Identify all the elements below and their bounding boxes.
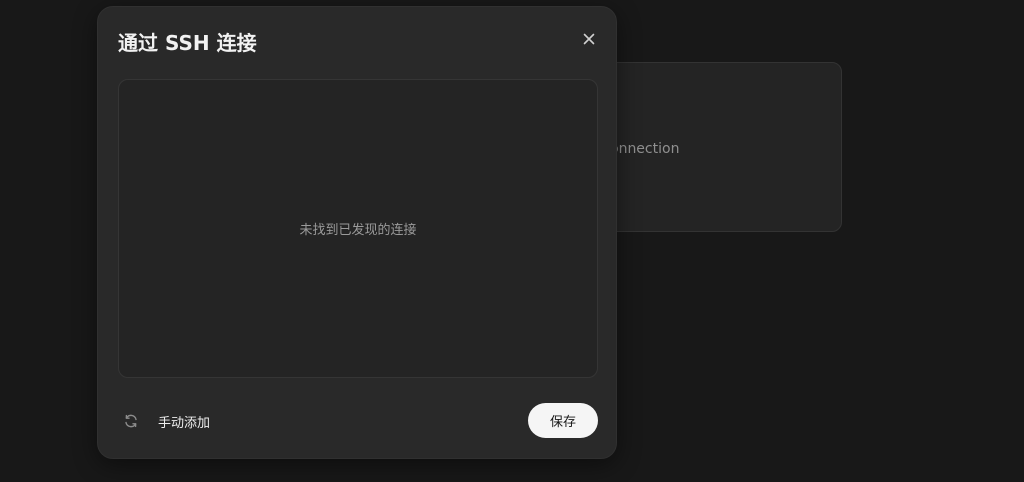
discovered-connections-list: 未找到已发现的连接 xyxy=(118,79,598,378)
manual-add-link[interactable]: 手动添加 xyxy=(158,412,210,431)
save-button[interactable]: 保存 xyxy=(528,403,598,438)
refresh-icon xyxy=(125,414,137,428)
close-button[interactable] xyxy=(577,27,601,51)
empty-state-message: 未找到已发现的连接 xyxy=(299,223,417,238)
close-icon xyxy=(583,33,595,45)
ssh-connect-dialog: 通过 SSH 连接 未找到已发现的连接 手动添加 保存 xyxy=(97,6,617,459)
refresh-button[interactable] xyxy=(120,410,142,432)
background-card-text: onnection xyxy=(610,141,680,157)
dialog-title: 通过 SSH 连接 xyxy=(118,31,257,55)
